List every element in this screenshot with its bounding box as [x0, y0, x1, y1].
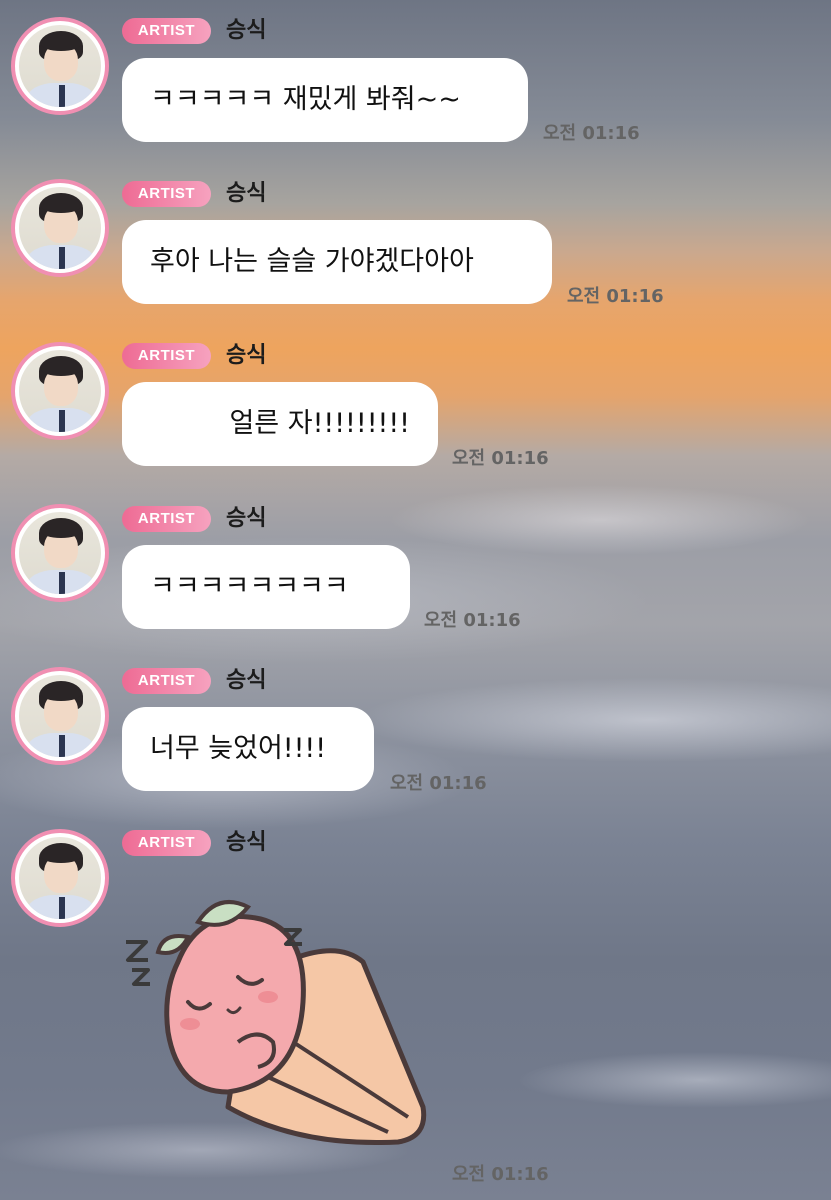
- avatar-photo: [19, 350, 101, 432]
- sender-name: 승식: [226, 181, 267, 206]
- sender-name: 승식: [226, 668, 267, 693]
- avatar-photo: [19, 837, 101, 919]
- avatar[interactable]: [11, 17, 109, 115]
- artist-badge: ARTIST: [122, 343, 211, 369]
- artist-badge: ARTIST: [122, 18, 211, 44]
- avatar-photo: [19, 25, 101, 107]
- artist-badge: ARTIST: [122, 506, 211, 532]
- avatar-photo: [19, 675, 101, 757]
- artist-badge: ARTIST: [122, 181, 211, 207]
- artist-badge: ARTIST: [122, 830, 211, 856]
- message-bubble[interactable]: ㅋㅋㅋㅋㅋㅋㅋㅋ: [122, 545, 410, 629]
- sender-name: 승식: [226, 343, 267, 368]
- sleeping-peach-sticker[interactable]: [118, 892, 438, 1152]
- sender-name: 승식: [226, 18, 267, 43]
- message-time: 오전 01:16: [452, 448, 549, 469]
- message-time: 오전 01:16: [390, 773, 487, 794]
- sender-name: 승식: [226, 830, 267, 855]
- message-time: 오전 01:16: [543, 123, 640, 144]
- avatar[interactable]: [11, 667, 109, 765]
- message-bubble[interactable]: 후아 나는 슬슬 가야겠다아아: [122, 220, 552, 304]
- avatar[interactable]: [11, 179, 109, 277]
- avatar-photo: [19, 512, 101, 594]
- avatar[interactable]: [11, 342, 109, 440]
- message-bubble[interactable]: ㅋㅋㅋㅋㅋ 재밌게 봐줘~~: [122, 58, 528, 142]
- message-bubble[interactable]: 너무 늦었어!!!!: [122, 707, 374, 791]
- avatar[interactable]: [11, 504, 109, 602]
- sender-name: 승식: [226, 506, 267, 531]
- avatar[interactable]: [11, 829, 109, 927]
- message-time: 오전 01:16: [452, 1164, 549, 1185]
- message-bubble[interactable]: 얼른 자!!!!!!!!!: [122, 382, 438, 466]
- message-time: 오전 01:16: [424, 610, 521, 631]
- artist-badge: ARTIST: [122, 668, 211, 694]
- message-time: 오전 01:16: [567, 286, 664, 307]
- avatar-photo: [19, 187, 101, 269]
